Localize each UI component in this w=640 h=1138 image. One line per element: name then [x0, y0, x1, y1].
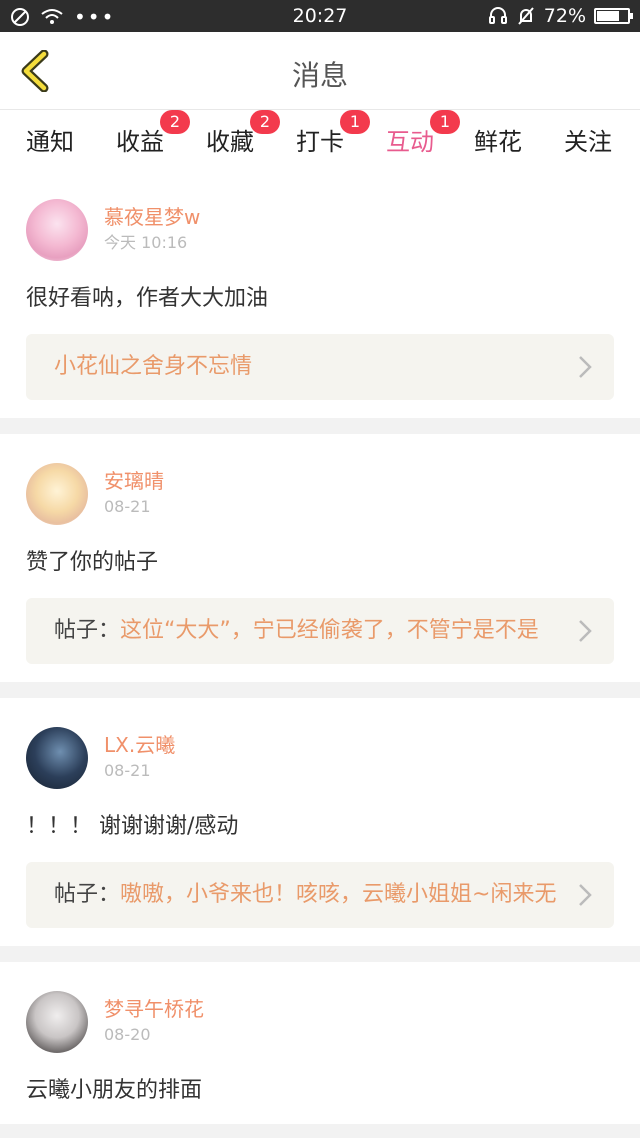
status-right-icons: 72%: [488, 5, 633, 27]
status-bar: ••• 20:27 72%: [0, 0, 640, 32]
tab-4[interactable]: 互动 1: [370, 110, 460, 174]
avatar[interactable]: [26, 199, 88, 261]
tab-0[interactable]: 通知: [10, 122, 90, 157]
reference-text: 嗷嗷，小爷来也！咳咳，云曦小姐姐~闲来无: [120, 882, 557, 907]
tab-bar: 通知 收益 2 收藏 2 打卡 1 互动 1 鲜花 关注: [0, 110, 640, 174]
chevron-right-icon: [579, 884, 592, 906]
reference-box[interactable]: 帖子：嗷嗷，小爷来也！咳咳，云曦小姐姐~闲来无: [26, 862, 614, 928]
tab-label: 打卡: [296, 128, 344, 156]
message-card[interactable]: 梦寻午桥花 08-20 云曦小朋友的排面: [0, 962, 640, 1124]
tab-5[interactable]: 鲜花: [458, 122, 538, 157]
chevron-right-icon: [579, 356, 592, 378]
reference-text: 这位“大大”，宁已经偷袭了，不管宁是不是: [120, 618, 539, 643]
bell-off-icon: [518, 7, 534, 25]
message-text: ！！！ 谢谢谢谢/感动: [26, 814, 239, 839]
timestamp: 08-20: [104, 1025, 151, 1044]
reference-label: 帖子：: [54, 882, 121, 907]
timestamp: 今天 10:16: [104, 233, 188, 252]
page-title: 消息: [291, 59, 348, 92]
reference-text: 小花仙之舍身不忘情: [54, 354, 253, 379]
headset-icon: [488, 7, 507, 24]
user-row: LX.云曦 08-21: [26, 726, 614, 790]
username[interactable]: 安璃晴: [104, 468, 164, 494]
avatar[interactable]: [26, 727, 88, 789]
message-card[interactable]: LX.云曦 08-21 ！！！ 谢谢谢谢/感动帖子：嗷嗷，小爷来也！咳咳，云曦小姐姐…: [0, 698, 640, 946]
reference-box[interactable]: 小花仙之舍身不忘情: [26, 334, 614, 400]
message-card[interactable]: 安璃晴 08-21 赞了你的帖子帖子：这位“大大”，宁已经偷袭了，不管宁是不是: [0, 434, 640, 682]
tab-6[interactable]: 关注: [548, 122, 628, 157]
message-text: 赞了你的帖子: [26, 550, 159, 575]
tab-1[interactable]: 收益 2: [100, 110, 190, 157]
username[interactable]: 慕夜星梦w: [104, 204, 200, 230]
reference-box[interactable]: 帖子：这位“大大”，宁已经偷袭了，不管宁是不是: [26, 598, 614, 664]
message-card[interactable]: 慕夜星梦w 今天 10:16 很好看呐，作者大大加油小花仙之舍身不忘情: [0, 170, 640, 418]
reference-label: 帖子：: [54, 618, 121, 643]
username[interactable]: LX.云曦: [104, 732, 175, 758]
message-text: 很好看呐，作者大大加油: [26, 286, 269, 311]
tab-label: 通知: [26, 128, 74, 156]
user-row: 慕夜星梦w 今天 10:16: [26, 198, 614, 262]
tab-2[interactable]: 收藏 2: [190, 110, 280, 157]
username[interactable]: 梦寻午桥花: [104, 996, 204, 1022]
avatar[interactable]: [26, 463, 88, 525]
header: 消息: [0, 32, 640, 110]
tab-label: 收藏: [206, 128, 254, 156]
user-info: 安璃晴 08-21: [104, 468, 164, 520]
tab-badge: 1: [340, 110, 370, 134]
user-row: 梦寻午桥花 08-20: [26, 990, 614, 1054]
tab-label: 鲜花: [474, 128, 522, 156]
user-info: 慕夜星梦w 今天 10:16: [104, 204, 200, 256]
user-row: 安璃晴 08-21: [26, 462, 614, 526]
tab-badge: 2: [250, 110, 280, 134]
tab-3[interactable]: 打卡 1: [280, 110, 370, 157]
user-info: LX.云曦 08-21: [104, 732, 175, 784]
battery-percent: 72%: [543, 5, 586, 27]
timestamp: 08-21: [104, 497, 151, 516]
tab-label: 关注: [564, 128, 612, 156]
chevron-right-icon: [579, 620, 592, 642]
battery-icon: [594, 8, 633, 24]
user-info: 梦寻午桥花 08-20: [104, 996, 204, 1048]
message-feed: 慕夜星梦w 今天 10:16 很好看呐，作者大大加油小花仙之舍身不忘情安璃晴 08-2…: [0, 170, 640, 1138]
avatar[interactable]: [26, 991, 88, 1053]
tab-badge: 2: [160, 110, 190, 134]
tab-label: 收益: [116, 128, 164, 156]
message-text: 云曦小朋友的排面: [26, 1078, 203, 1103]
tab-badge: 1: [430, 110, 460, 134]
tab-label: 互动: [386, 128, 434, 156]
timestamp: 08-21: [104, 761, 151, 780]
